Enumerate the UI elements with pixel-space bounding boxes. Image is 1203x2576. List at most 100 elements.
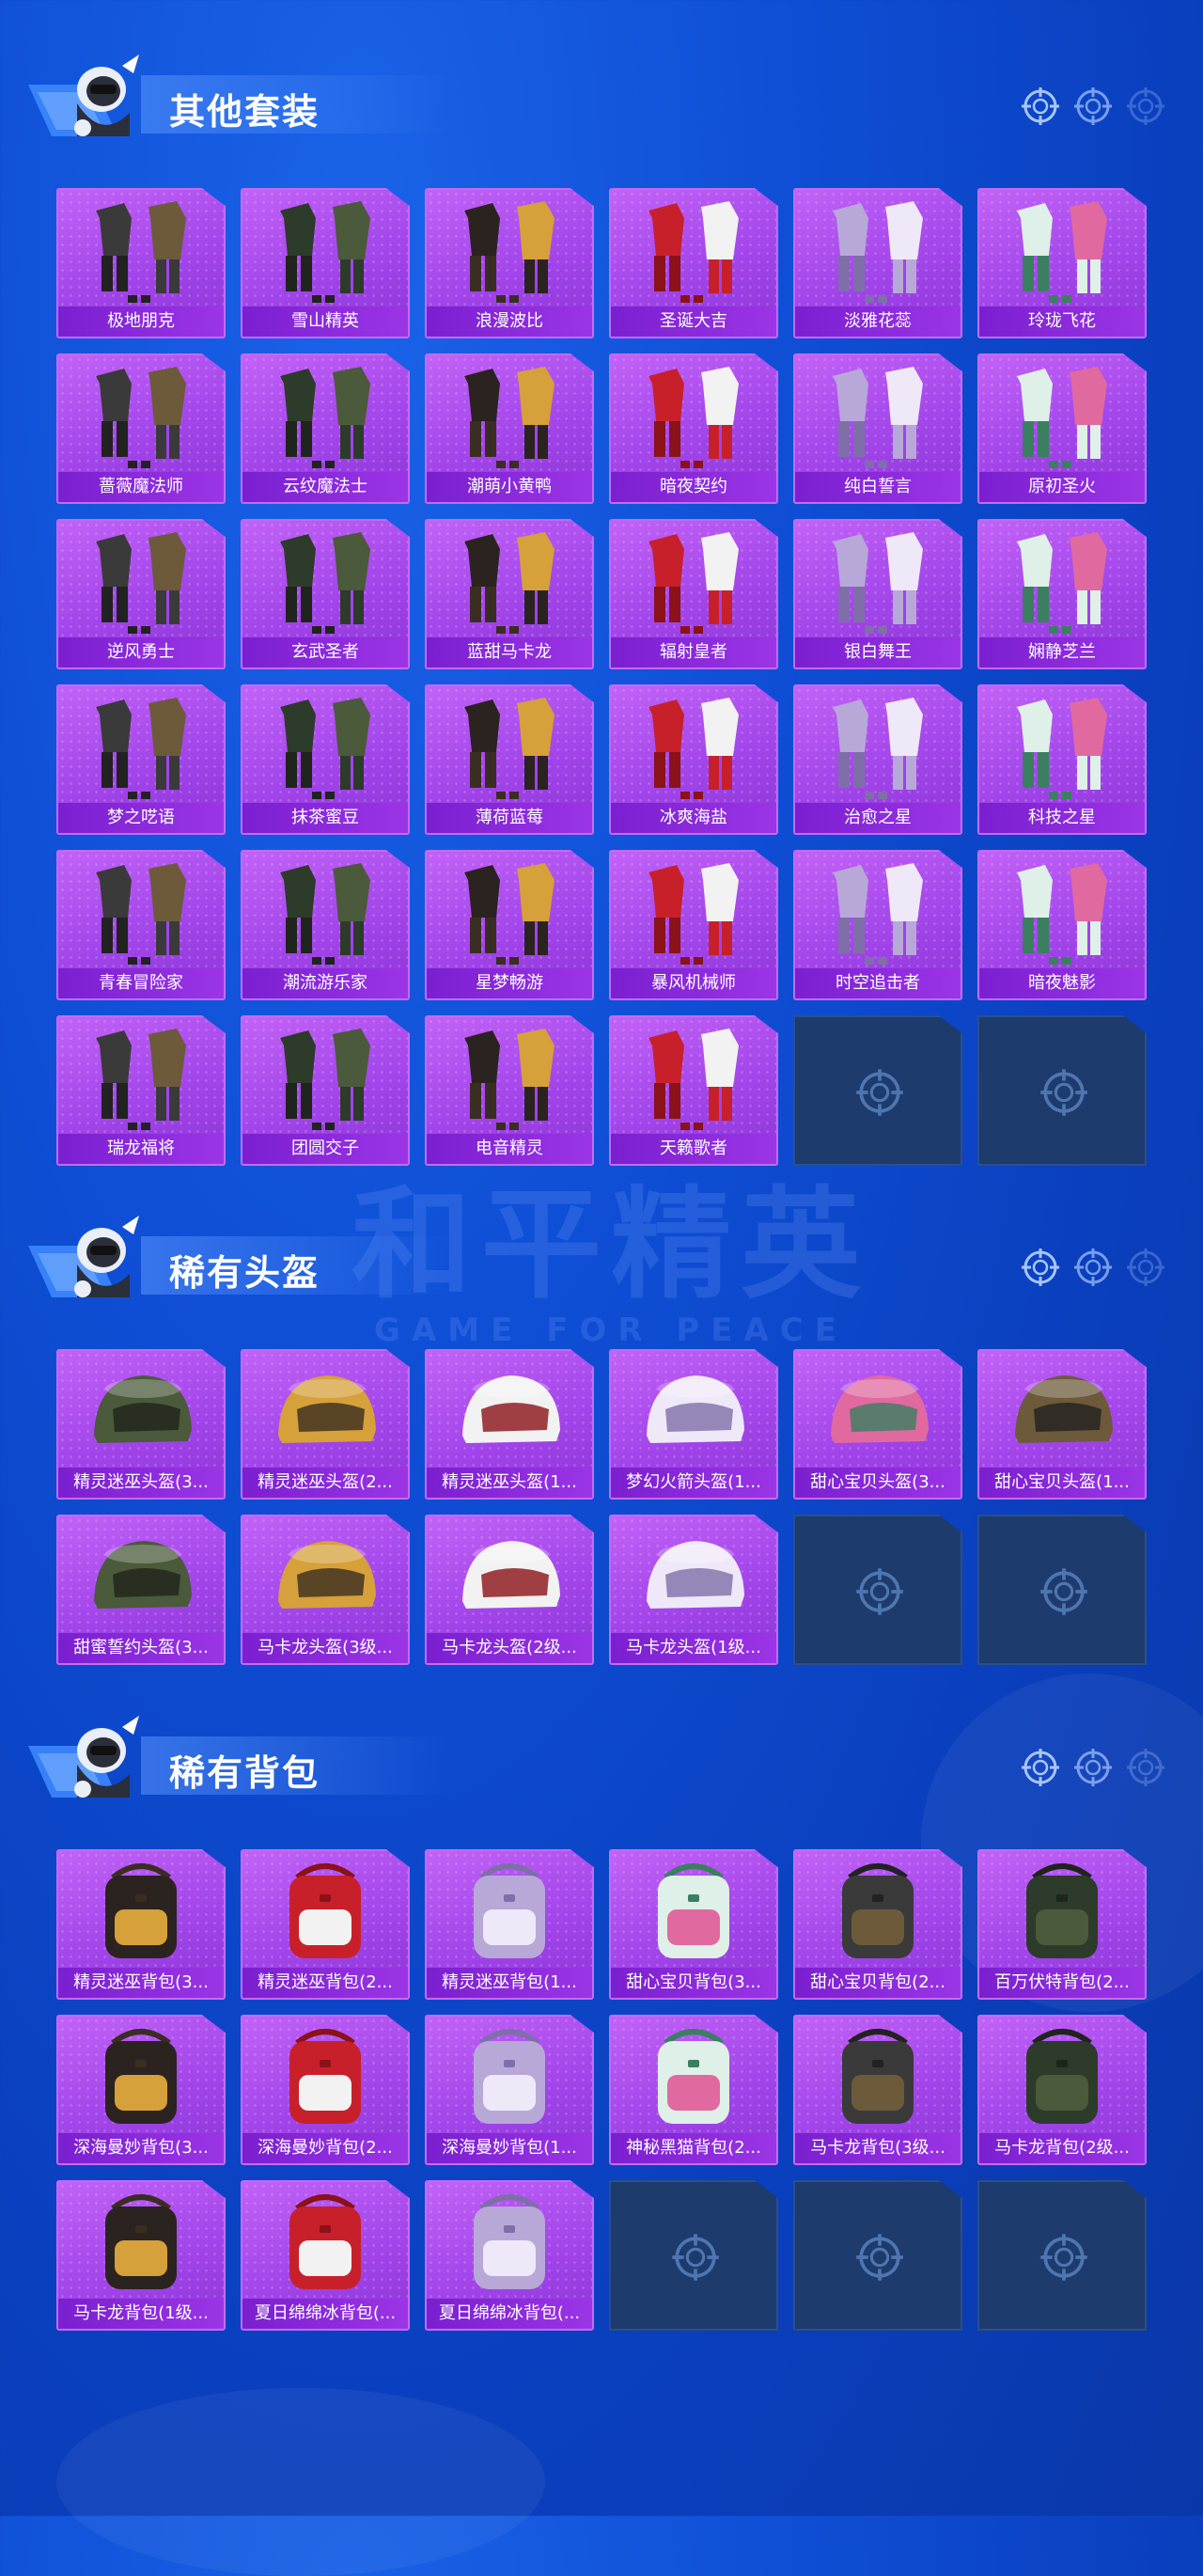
item-name: 甜心宝贝头盔(3... — [795, 1468, 961, 1498]
item-card[interactable]: 深海曼妙背包(3... — [56, 2015, 226, 2165]
item-card[interactable]: 精灵迷巫头盔(2... — [241, 1349, 410, 1500]
item-name: 冰爽海盐 — [611, 803, 776, 833]
item-card[interactable]: 夏日绵绵冰背包(... — [425, 2180, 594, 2331]
item-card[interactable]: 天籁歌者 — [609, 1015, 778, 1166]
item-card[interactable]: 治愈之星 — [793, 684, 962, 835]
item-name: 百万伏特背包(2... — [979, 1968, 1145, 1998]
section-crosshair-icons — [1021, 1748, 1165, 1787]
item-card[interactable]: 马卡龙背包(3级... — [793, 2015, 962, 2165]
item-card[interactable]: 百万伏特背包(2... — [977, 1849, 1147, 2000]
item-name: 马卡龙头盔(3级... — [242, 1633, 408, 1663]
item-card[interactable]: 深海曼妙背包(1... — [425, 2015, 594, 2165]
item-card[interactable]: 玄武圣者 — [241, 519, 410, 669]
helmet-icon — [647, 1541, 744, 1609]
item-card[interactable]: 马卡龙背包(2级... — [977, 2015, 1147, 2165]
item-card[interactable]: 马卡龙头盔(3级... — [241, 1515, 410, 1665]
item-card[interactable]: 精灵迷巫背包(2... — [241, 1849, 410, 2000]
item-card[interactable]: 冰爽海盐 — [609, 684, 778, 835]
item-name: 精灵迷巫背包(2... — [242, 1968, 408, 1998]
outfit-icon — [833, 367, 923, 468]
outfit-icon — [464, 863, 555, 965]
item-card[interactable]: 马卡龙背包(1级... — [56, 2180, 226, 2331]
item-card[interactable]: 马卡龙头盔(2级... — [425, 1515, 594, 1665]
outfit-icon — [464, 367, 555, 468]
item-name: 玲珑飞花 — [979, 306, 1145, 337]
item-card[interactable]: 精灵迷巫背包(3... — [56, 1849, 226, 2000]
item-card[interactable]: 抹茶蜜豆 — [241, 684, 410, 835]
item-card[interactable]: 暗夜契约 — [609, 353, 778, 504]
item-card[interactable]: 甜心宝贝背包(2... — [793, 1849, 962, 2000]
item-card[interactable]: 精灵迷巫头盔(1... — [425, 1349, 594, 1500]
item-card[interactable]: 甜心宝贝背包(3... — [609, 1849, 778, 2000]
item-card[interactable]: 青春冒险家 — [56, 850, 226, 1000]
item-card[interactable]: 原初圣火 — [977, 353, 1147, 504]
item-card[interactable]: 电音精灵 — [425, 1015, 594, 1166]
item-card[interactable]: 马卡龙头盔(1级... — [609, 1515, 778, 1665]
item-card[interactable]: 浪漫波比 — [425, 188, 594, 338]
crosshair-icon — [1021, 86, 1060, 126]
item-card[interactable]: 深海曼妙背包(2... — [241, 2015, 410, 2165]
item-card[interactable]: 暗夜魅影 — [977, 850, 1147, 1000]
item-card[interactable]: 科技之星 — [977, 684, 1147, 835]
item-card[interactable]: 蓝甜马卡龙 — [425, 519, 594, 669]
item-name: 精灵迷巫头盔(3... — [58, 1468, 224, 1498]
item-name: 暗夜魅影 — [979, 968, 1145, 998]
item-card[interactable]: 暴风机械师 — [609, 850, 778, 1000]
helmet-icon — [462, 1541, 560, 1609]
item-card[interactable]: 辐射皇者 — [609, 519, 778, 669]
backpack-icon — [105, 2029, 177, 2124]
backpack-icon — [289, 2194, 361, 2289]
item-card[interactable]: 淡雅花蕊 — [793, 188, 962, 338]
outfit-icon — [1017, 698, 1107, 799]
item-card[interactable]: 梦之呓语 — [56, 684, 226, 835]
item-card[interactable]: 甜蜜誓约头盔(3... — [56, 1515, 226, 1665]
backpack-icon — [289, 2029, 361, 2124]
outfit-icon — [1017, 863, 1107, 965]
item-card[interactable]: 神秘黑猫背包(2... — [609, 2015, 778, 2165]
item-card[interactable]: 潮流游乐家 — [241, 850, 410, 1000]
item-card[interactable]: 梦幻火箭头盔(1... — [609, 1349, 778, 1500]
item-name: 银白舞王 — [795, 637, 961, 668]
item-card[interactable]: 潮萌小黄鸭 — [425, 353, 594, 504]
outfit-icon — [280, 532, 370, 634]
item-card[interactable]: 圣诞大吉 — [609, 188, 778, 338]
item-name: 精灵迷巫头盔(2... — [242, 1468, 408, 1498]
crosshair-icon — [1126, 86, 1165, 126]
crosshair-icon — [1021, 1748, 1060, 1787]
item-card[interactable]: 甜心宝贝头盔(3... — [793, 1349, 962, 1500]
item-card[interactable]: 精灵迷巫背包(1... — [425, 1849, 594, 2000]
item-card[interactable]: 精灵迷巫头盔(3... — [56, 1349, 226, 1500]
item-card[interactable]: 纯白誓言 — [793, 353, 962, 504]
item-card[interactable]: 雪山精英 — [241, 188, 410, 338]
item-name: 玄武圣者 — [242, 637, 408, 668]
item-card[interactable]: 团圆交子 — [241, 1015, 410, 1166]
item-name: 精灵迷巫背包(1... — [427, 1968, 592, 1998]
item-name: 时空追击者 — [795, 968, 961, 998]
item-card[interactable]: 时空追击者 — [793, 850, 962, 1000]
item-card[interactable]: 云纹魔法士 — [241, 353, 410, 504]
item-name: 暗夜契约 — [611, 472, 776, 502]
item-card[interactable]: 瑞龙福将 — [56, 1015, 226, 1166]
item-grid: 精灵迷巫头盔(3... 精灵迷巫头盔(2... 精灵迷巫头盔(1... 梦幻火箭… — [56, 1349, 1147, 1665]
outfit-icon — [96, 367, 186, 468]
outfit-icon — [96, 532, 186, 634]
item-name: 潮流游乐家 — [242, 968, 408, 998]
crosshair-icon — [1039, 1567, 1088, 1616]
item-card[interactable]: 玲珑飞花 — [977, 188, 1147, 338]
item-card[interactable]: 银白舞王 — [793, 519, 962, 669]
backpack-icon — [658, 2029, 729, 2124]
crosshair-icon — [855, 2233, 904, 2282]
item-card[interactable]: 甜心宝贝头盔(1... — [977, 1349, 1147, 1500]
empty-slot — [609, 2180, 778, 2331]
item-card[interactable]: 极地朋克 — [56, 188, 226, 338]
item-name: 神秘黑猫背包(2... — [611, 2133, 776, 2163]
item-card[interactable]: 蔷薇魔法师 — [56, 353, 226, 504]
item-card[interactable]: 星梦畅游 — [425, 850, 594, 1000]
item-card[interactable]: 逆风勇士 — [56, 519, 226, 669]
item-card[interactable]: 薄荷蓝莓 — [425, 684, 594, 835]
item-name: 深海曼妙背包(1... — [427, 2133, 592, 2163]
item-card[interactable]: 娴静芝兰 — [977, 519, 1147, 669]
outfit-icon — [96, 1029, 186, 1130]
item-card[interactable]: 夏日绵绵冰背包(... — [241, 2180, 410, 2331]
outfit-icon — [648, 532, 739, 634]
